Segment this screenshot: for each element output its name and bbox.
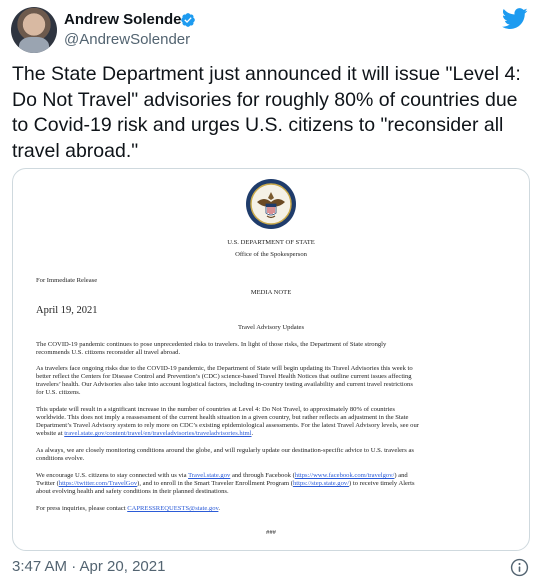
doc-text: . <box>251 430 254 437</box>
doc-paragraph-line: As always, we are closely monitoring con… <box>36 447 414 454</box>
doc-text: For press inquiries, please contact <box>36 505 128 512</box>
doc-paragraph-line: This update will result in a significant… <box>36 406 395 413</box>
doc-paragraph-line: We encourage U.S. citizens to stay conne… <box>36 472 516 480</box>
doc-paragraph-line: The COVID-19 pandemic continues to pose … <box>36 341 387 348</box>
doc-paragraph-line: recommends U.S. citizens reconsider all … <box>36 349 181 356</box>
attached-document-image[interactable]: U.S. DEPARTMENT OF STATE Office of the S… <box>12 168 530 551</box>
doc-text: and through Facebook ( <box>230 472 295 479</box>
doc-department: U.S. DEPARTMENT OF STATE <box>227 239 315 246</box>
doc-paragraph-line: about evolving health and safety conditi… <box>36 488 229 495</box>
doc-text: ) and <box>394 472 408 479</box>
doc-paragraph-line: Twitter (https://twitter.com/TravelGov),… <box>36 480 516 488</box>
doc-paragraph-line: better reflect the Centers for Disease C… <box>36 373 412 380</box>
doc-paragraph-line: As travelers face ongoing risks due to t… <box>36 365 413 372</box>
media-note-document: U.S. DEPARTMENT OF STATE Office of the S… <box>13 169 529 550</box>
doc-title: Travel Advisory Updates <box>237 324 305 331</box>
doc-text: website at <box>36 430 65 437</box>
author-handle[interactable]: @AndrewSolender <box>64 31 190 49</box>
verified-badge-icon <box>181 13 195 27</box>
doc-note-type: MEDIA NOTE <box>250 289 292 296</box>
travel-advisories-link[interactable]: travel.state.gov/content/travel/en/trave… <box>64 430 251 437</box>
doc-text: We encourage U.S. citizens to stay conne… <box>36 472 189 479</box>
doc-release: For Immediate Release <box>36 277 98 284</box>
doc-paragraph-line: for U.S. citizens. <box>36 389 81 396</box>
travel-state-gov-link[interactable]: Travel.state.gov <box>188 472 230 479</box>
doc-text: ), and to enroll in the Smart Traveler E… <box>137 480 293 487</box>
doc-paragraph-line: Department’s Travel Advisory system to r… <box>36 422 419 429</box>
tweet: Andrew Solender @AndrewSolender The Stat… <box>0 0 541 584</box>
doc-date: April 19, 2021 <box>36 305 98 316</box>
doc-end-mark: ### <box>266 529 276 536</box>
doc-paragraph-line: website at travel.state.gov/content/trav… <box>36 430 516 438</box>
state-department-seal-icon <box>246 179 296 229</box>
author-display-name[interactable]: Andrew Solender <box>64 11 187 29</box>
doc-paragraph-line: conditions evolve. <box>36 455 85 462</box>
facebook-link[interactable]: https://www.facebook.com/travelgov/ <box>295 472 395 479</box>
press-email-link[interactable]: CAPRESSREQUESTS@state.gov <box>127 505 218 512</box>
doc-paragraph-line: For press inquiries, please contact CAPR… <box>36 505 516 513</box>
doc-text: . <box>218 505 221 512</box>
doc-paragraph-line: travelers’ health. Our Advisories also t… <box>36 381 413 388</box>
info-icon[interactable] <box>510 558 529 577</box>
avatar[interactable] <box>11 7 57 53</box>
twitter-link[interactable]: https://twitter.com/TravelGov <box>59 480 137 487</box>
doc-text: ) to receive timely Alerts <box>349 480 415 487</box>
twitter-bird-icon[interactable] <box>502 8 528 30</box>
doc-text: Twitter ( <box>36 480 59 487</box>
doc-paragraph-line: worldwide. This does not imply a reasses… <box>36 414 409 421</box>
tweet-timestamp[interactable]: 3:47 AM · Apr 20, 2021 <box>12 558 165 576</box>
tweet-text: The State Department just announced it w… <box>12 63 521 162</box>
step-link[interactable]: https://step.state.gov/ <box>293 480 349 487</box>
doc-office: Office of the Spokesperson <box>235 251 307 258</box>
